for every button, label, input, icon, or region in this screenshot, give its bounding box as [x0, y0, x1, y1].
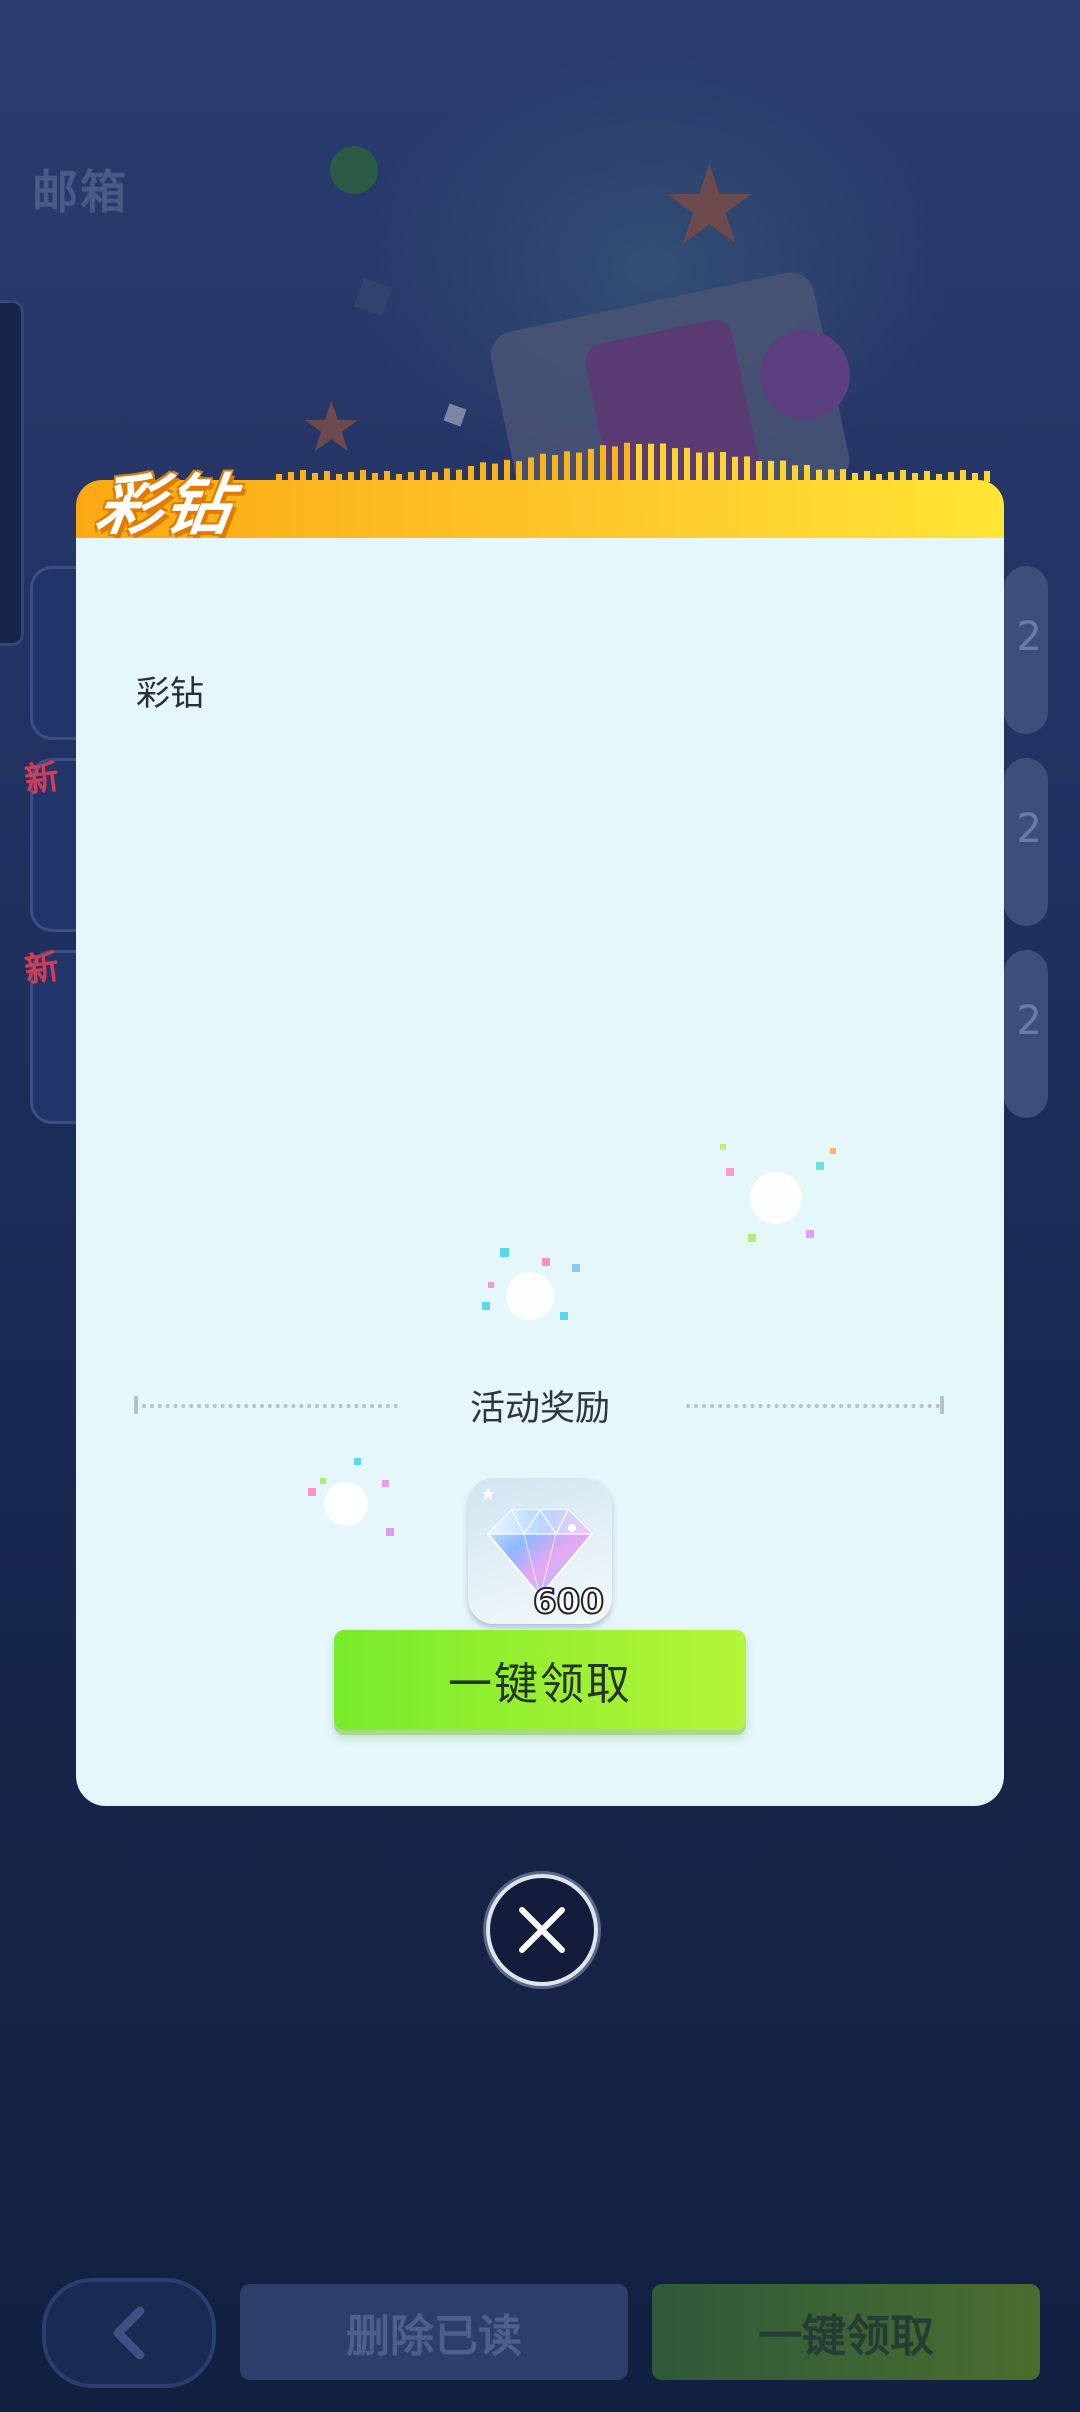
equalizer-bar — [576, 452, 582, 482]
mail-body-text: 彩钻 — [136, 674, 204, 714]
back-button[interactable] — [42, 2278, 216, 2388]
claim-all-button[interactable]: 一键领取 — [334, 1630, 746, 1730]
divider-right — [686, 1404, 940, 1408]
equalizer-bar — [516, 461, 522, 482]
mailbox-title: 邮箱 — [32, 165, 128, 219]
mail-item-digit: 2 — [1016, 614, 1042, 660]
mail-item-digit: 2 — [1016, 806, 1042, 852]
claim-all-button-background[interactable]: 一键领取 — [652, 2284, 1040, 2380]
equalizer-bar — [528, 457, 534, 482]
equalizer-bar — [540, 453, 546, 482]
equalizer-bar — [744, 456, 750, 482]
equalizer-bar — [756, 461, 762, 482]
mail-list-item-right[interactable]: 2 — [1004, 758, 1048, 926]
decor-star-icon: ★ — [660, 141, 759, 269]
equalizer-bar — [564, 451, 570, 482]
equalizer-bar — [588, 448, 594, 482]
equalizer-bar — [624, 442, 630, 482]
equalizer-bar — [696, 452, 702, 482]
modal-title: 彩钻 — [91, 467, 239, 544]
chevron-left-icon — [113, 2306, 145, 2360]
equalizer-bar — [732, 456, 738, 482]
side-panel-edge — [0, 300, 24, 646]
sparkle-effect — [482, 1248, 580, 1320]
new-badge: 新 — [22, 756, 62, 802]
new-badge: 新 — [22, 946, 62, 992]
equalizer-bar — [768, 460, 774, 482]
reward-item[interactable]: ★ 600 — [468, 1478, 612, 1624]
reward-count: 600 — [532, 1581, 605, 1623]
equalizer-bar — [600, 445, 606, 482]
equalizer-bar — [612, 446, 618, 482]
mail-list-item-right[interactable]: 2 — [1004, 950, 1048, 1118]
sparkle-effect — [308, 1458, 394, 1536]
divider-cap — [940, 1396, 944, 1414]
equalizer-bar — [720, 452, 726, 482]
equalizer-bar — [660, 443, 666, 482]
equalizer-bar — [636, 444, 642, 482]
mail-detail-modal: 彩钻 彩钻 活动奖励 ★ 600 一键领取 — [76, 442, 1004, 1806]
modal-body: 彩钻 活动奖励 ★ 600 一键领取 — [76, 538, 1004, 1806]
equalizer-bar — [552, 455, 558, 482]
close-icon — [519, 1907, 565, 1953]
music-note-icon — [760, 330, 850, 420]
equalizer-bar — [684, 447, 690, 482]
mail-item-digit: 2 — [1016, 998, 1042, 1044]
sparkle-effect — [720, 1144, 836, 1242]
decor-dot — [330, 146, 378, 194]
mail-list-item-right[interactable]: 2 — [1004, 566, 1048, 734]
equalizer-bar — [648, 443, 654, 482]
delete-read-button[interactable]: 删除已读 — [240, 2284, 628, 2380]
equalizer-bar — [672, 448, 678, 482]
equalizer-bar — [504, 459, 510, 482]
equalizer-bar — [780, 460, 786, 482]
equalizer-bar — [708, 452, 714, 482]
close-button[interactable] — [486, 1874, 598, 1986]
